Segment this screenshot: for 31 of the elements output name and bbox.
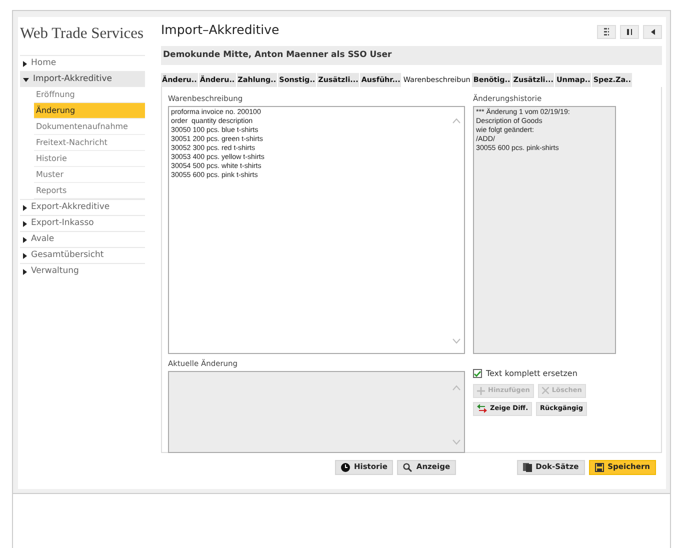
pause-icon[interactable] xyxy=(620,25,639,39)
user-info: Demokunde Mitte, Anton Maenner als SSO User xyxy=(161,46,662,64)
nav-item[interactable]: Verwaltung xyxy=(20,263,145,280)
scroll-down-icon[interactable] xyxy=(452,338,461,344)
nav-item[interactable]: Export-Inkasso xyxy=(20,215,145,232)
scroll-up-icon[interactable] xyxy=(452,118,461,124)
documents-icon xyxy=(522,462,532,472)
page-title: Import–Akkreditive xyxy=(161,21,280,39)
close-icon xyxy=(542,387,549,394)
nav-subitem[interactable]: Reports xyxy=(34,183,145,200)
nav-subitem[interactable]: Historie xyxy=(34,151,145,168)
app-title: Web Trade Services xyxy=(20,24,145,44)
checkbox[interactable] xyxy=(473,369,482,378)
nav-subitem[interactable]: Änderung xyxy=(34,103,145,120)
swap-arrows-icon xyxy=(477,404,487,414)
nav-subitem[interactable]: Dokumentenaufnahme xyxy=(34,119,145,136)
back-icon[interactable] xyxy=(643,25,662,39)
grid-icon[interactable] xyxy=(597,25,616,39)
clock-icon xyxy=(341,462,350,472)
search-icon xyxy=(403,462,412,472)
scroll-down-icon[interactable] xyxy=(452,439,461,445)
scroll-up-icon[interactable] xyxy=(452,385,461,391)
save-icon xyxy=(594,462,604,472)
nav-item[interactable]: Gesamtübersicht xyxy=(20,247,145,264)
nav-subitem[interactable]: Muster xyxy=(34,167,145,184)
nav-item[interactable]: Avale xyxy=(20,231,145,248)
current-change-field[interactable] xyxy=(168,371,465,453)
plus-icon xyxy=(477,386,485,395)
nav-item[interactable]: Export-Akkreditive xyxy=(20,199,145,216)
checkbox-label: Text komplett ersetzen xyxy=(486,368,578,380)
nav-subitem[interactable]: Freitext-Nachricht xyxy=(34,135,145,152)
